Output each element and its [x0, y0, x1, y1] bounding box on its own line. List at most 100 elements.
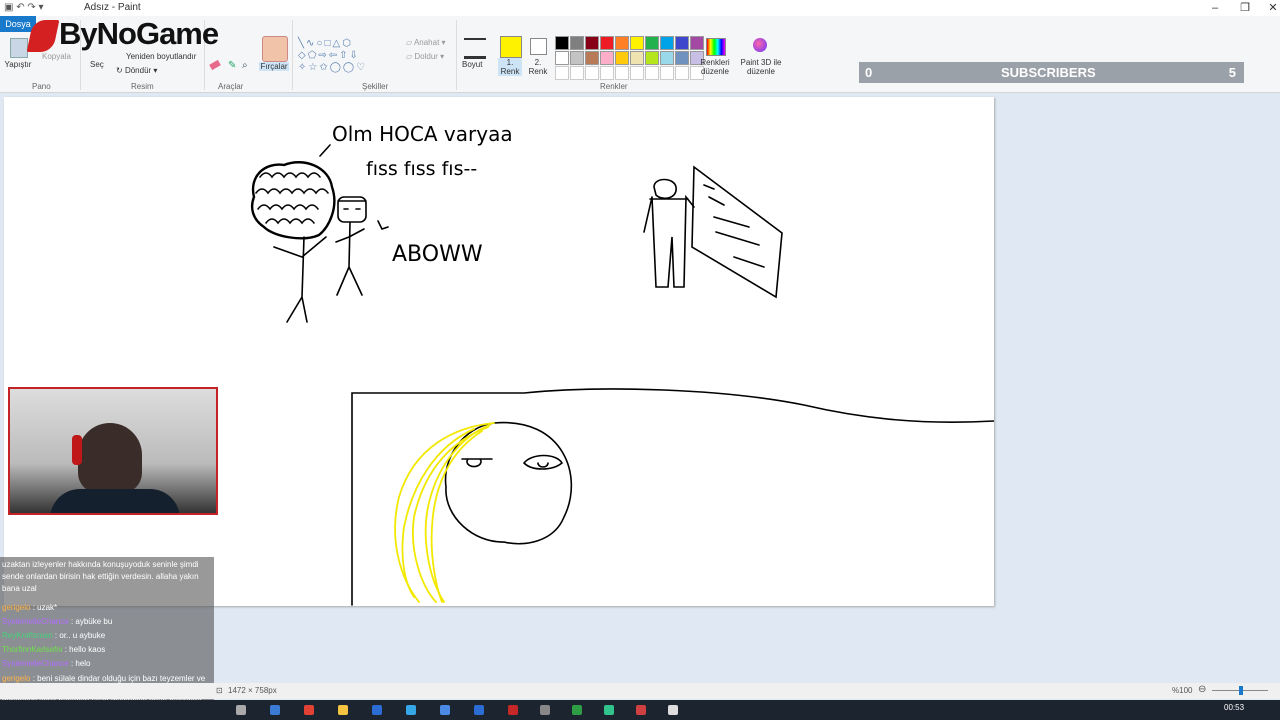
fill-button[interactable]: ▱ Doldur ▾ — [406, 52, 444, 61]
palette-swatch[interactable] — [555, 51, 569, 65]
shapes-gallery[interactable]: ╲∿○□△⬡ ◇⬠⇨⇦⇧⇩ ✧☆✩◯◯♡ — [298, 38, 398, 76]
speech-text-2: fıss fıss fıs-- — [366, 158, 477, 180]
folder-icon[interactable] — [338, 705, 348, 715]
palette-swatch[interactable] — [645, 51, 659, 65]
color1-button[interactable]: 1. Renk — [498, 58, 522, 76]
palette-swatch[interactable] — [660, 36, 674, 50]
streamer-head — [78, 423, 142, 493]
app-icon[interactable] — [572, 705, 582, 715]
magnifier-icon[interactable]: ⌕ — [242, 60, 248, 71]
app-icon[interactable] — [604, 705, 614, 715]
search-icon[interactable] — [236, 705, 246, 715]
rotate-button[interactable]: ↻ Döndür ▾ — [116, 66, 157, 75]
palette-swatch[interactable] — [645, 36, 659, 50]
palette-swatch-empty[interactable] — [660, 66, 674, 80]
palette-swatch[interactable] — [630, 36, 644, 50]
drawing-canvas[interactable]: Olm HOCA varyaa fıss fıss fıs-- ABOWW — [4, 97, 994, 606]
app-icon[interactable] — [406, 705, 416, 715]
triangle-shape-icon[interactable]: △ — [333, 38, 343, 49]
color2-swatch[interactable] — [530, 38, 547, 55]
paste-icon[interactable] — [10, 38, 28, 58]
palette-swatch[interactable] — [615, 36, 629, 50]
brushes-icon[interactable] — [262, 36, 288, 62]
app-icon[interactable] — [440, 705, 450, 715]
size-icon[interactable] — [464, 38, 486, 59]
store-icon[interactable] — [372, 705, 382, 715]
paint3d-icon[interactable] — [753, 38, 767, 52]
diamond-shape-icon[interactable]: ◇ — [298, 50, 308, 61]
palette-swatch[interactable] — [660, 51, 674, 65]
quick-access-toolbar[interactable]: ▣ ↶ ↷ ▾ — [4, 2, 44, 13]
fill-label: Doldur — [414, 52, 438, 61]
edit-colors-icon[interactable] — [706, 38, 726, 56]
chat-message: ReyKraftsman : or.. u aybuke — [2, 631, 212, 640]
palette-swatch[interactable] — [570, 51, 584, 65]
palette-swatch-empty[interactable] — [630, 66, 644, 80]
palette-swatch-empty[interactable] — [555, 66, 569, 80]
app-icon[interactable] — [540, 705, 550, 715]
zoom-out-icon[interactable]: ⊖ — [1198, 684, 1206, 695]
paint3d-button[interactable]: Paint 3D ile düzenle — [738, 58, 784, 76]
palette-swatch[interactable] — [615, 51, 629, 65]
maximize-button[interactable]: ❐ — [1230, 0, 1260, 16]
chat-user: gerigelo — [2, 603, 31, 612]
chrome-icon[interactable] — [304, 705, 314, 715]
eye-left — [461, 458, 493, 468]
paste-button[interactable]: Yapıştır — [2, 60, 34, 69]
color2-button[interactable]: 2. Renk — [528, 58, 548, 76]
subscribers-goal: 5 — [1228, 65, 1236, 80]
app-icon[interactable] — [474, 705, 484, 715]
minimize-button[interactable]: – — [1200, 0, 1230, 16]
pentagon-shape-icon[interactable]: ⬠ — [308, 50, 319, 61]
heart-shape-icon[interactable]: ♡ — [356, 62, 367, 73]
title-bar: ▣ ↶ ↷ ▾ Adsız - Paint – ❐ ✕ — [0, 0, 1280, 16]
select-button[interactable]: Seç — [90, 60, 104, 69]
figure-curly-hair — [250, 161, 336, 323]
copy-button[interactable]: Kopyala — [42, 52, 71, 61]
chat-text: : hello kaos — [64, 645, 106, 654]
app-icon[interactable] — [636, 705, 646, 715]
rect-shape-icon[interactable]: □ — [324, 38, 332, 49]
palette-swatch[interactable] — [585, 51, 599, 65]
palette-swatch[interactable] — [600, 36, 614, 50]
palette-swatch-empty[interactable] — [600, 66, 614, 80]
palette-swatch[interactable] — [690, 36, 704, 50]
edge-icon[interactable] — [270, 705, 280, 715]
palette-swatch[interactable] — [600, 51, 614, 65]
hexagon-shape-icon[interactable]: ⬡ — [342, 38, 353, 49]
paint-icon[interactable] — [668, 705, 678, 715]
palette-swatch-empty[interactable] — [615, 66, 629, 80]
color1-swatch[interactable] — [500, 36, 522, 58]
palette-swatch[interactable] — [585, 36, 599, 50]
palette-swatch-empty[interactable] — [645, 66, 659, 80]
palette-swatch-empty[interactable] — [675, 66, 689, 80]
canvas-drawing: Olm HOCA varyaa fıss fıss fıs-- ABOWW — [250, 122, 994, 606]
chat-message: uzaktan izleyenler hakkında konuşuyoduk … — [2, 559, 212, 595]
zoom-slider-thumb[interactable] — [1239, 686, 1243, 695]
group-label-sekiller: Şekiller — [362, 82, 389, 91]
palette-swatch[interactable] — [675, 36, 689, 50]
chat-text: : or.. u aybuke — [54, 631, 106, 640]
size-button[interactable]: Boyut — [462, 60, 482, 69]
edit-colors-button[interactable]: Renkleri düzenle — [698, 58, 732, 76]
eraser-icon[interactable] — [209, 59, 221, 71]
resize-button[interactable]: Yeniden boyutlandır — [126, 52, 196, 61]
palette-swatch[interactable] — [630, 51, 644, 65]
brushes-button[interactable]: Fırçalar — [259, 62, 289, 71]
color-picker-icon[interactable]: ✎ — [228, 60, 236, 71]
outline-button[interactable]: ▱ Anahat ▾ — [406, 38, 446, 47]
palette-swatch[interactable] — [555, 36, 569, 50]
image-size-icon: ⊡ — [216, 686, 223, 695]
app-icon[interactable] — [508, 705, 518, 715]
line-shape-icon[interactable]: ╲∿ — [298, 38, 316, 49]
palette-swatch[interactable] — [570, 36, 584, 50]
close-button[interactable]: ✕ — [1258, 0, 1280, 16]
palette-swatch[interactable] — [675, 51, 689, 65]
callout-shape-icon[interactable]: ◯◯ — [330, 62, 356, 73]
group-label-resim: Resim — [131, 82, 154, 91]
palette-swatch-empty[interactable] — [570, 66, 584, 80]
zoom-level: %100 — [1172, 686, 1193, 695]
arrow-shape-icon[interactable]: ⇨⇦⇧⇩ — [318, 50, 360, 61]
palette-swatch-empty[interactable] — [585, 66, 599, 80]
star-shape-icon[interactable]: ✧☆✩ — [298, 62, 330, 73]
